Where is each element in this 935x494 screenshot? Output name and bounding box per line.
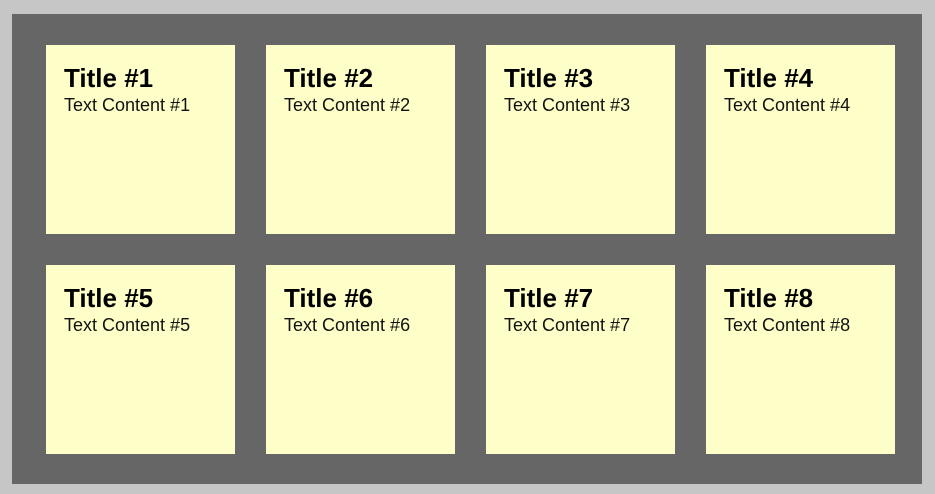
- note-text: Text Content #6: [284, 315, 411, 335]
- note-title: Title #4: [724, 63, 814, 93]
- sticky-note[interactable]: Title #1 Text Content #1: [46, 45, 235, 234]
- sticky-note[interactable]: Title #2 Text Content #2: [266, 45, 455, 234]
- notes-grid: Title #1 Text Content #1 Title #2 Text C…: [46, 45, 895, 454]
- sticky-note[interactable]: Title #7 Text Content #7: [486, 265, 675, 454]
- sticky-note[interactable]: Title #4 Text Content #4: [706, 45, 895, 234]
- note-title: Title #1: [64, 63, 154, 93]
- note-text: Text Content #5: [64, 315, 191, 335]
- note-text: Text Content #2: [284, 95, 411, 115]
- sticky-note[interactable]: Title #6 Text Content #6: [266, 265, 455, 454]
- note-title: Title #8: [724, 283, 814, 313]
- note-title: Title #3: [504, 63, 594, 93]
- note-text: Text Content #4: [724, 95, 851, 115]
- note-title: Title #6: [284, 283, 374, 313]
- note-text: Text Content #3: [504, 95, 631, 115]
- sticky-note-board: Title #1 Text Content #1 Title #2 Text C…: [12, 14, 922, 484]
- note-text: Text Content #7: [504, 315, 631, 335]
- sticky-note[interactable]: Title #5 Text Content #5: [46, 265, 235, 454]
- note-title: Title #2: [284, 63, 374, 93]
- sticky-note[interactable]: Title #8 Text Content #8: [706, 265, 895, 454]
- note-text: Text Content #8: [724, 315, 851, 335]
- note-text: Text Content #1: [64, 95, 191, 115]
- sticky-note[interactable]: Title #3 Text Content #3: [486, 45, 675, 234]
- note-title: Title #5: [64, 283, 154, 313]
- note-title: Title #7: [504, 283, 594, 313]
